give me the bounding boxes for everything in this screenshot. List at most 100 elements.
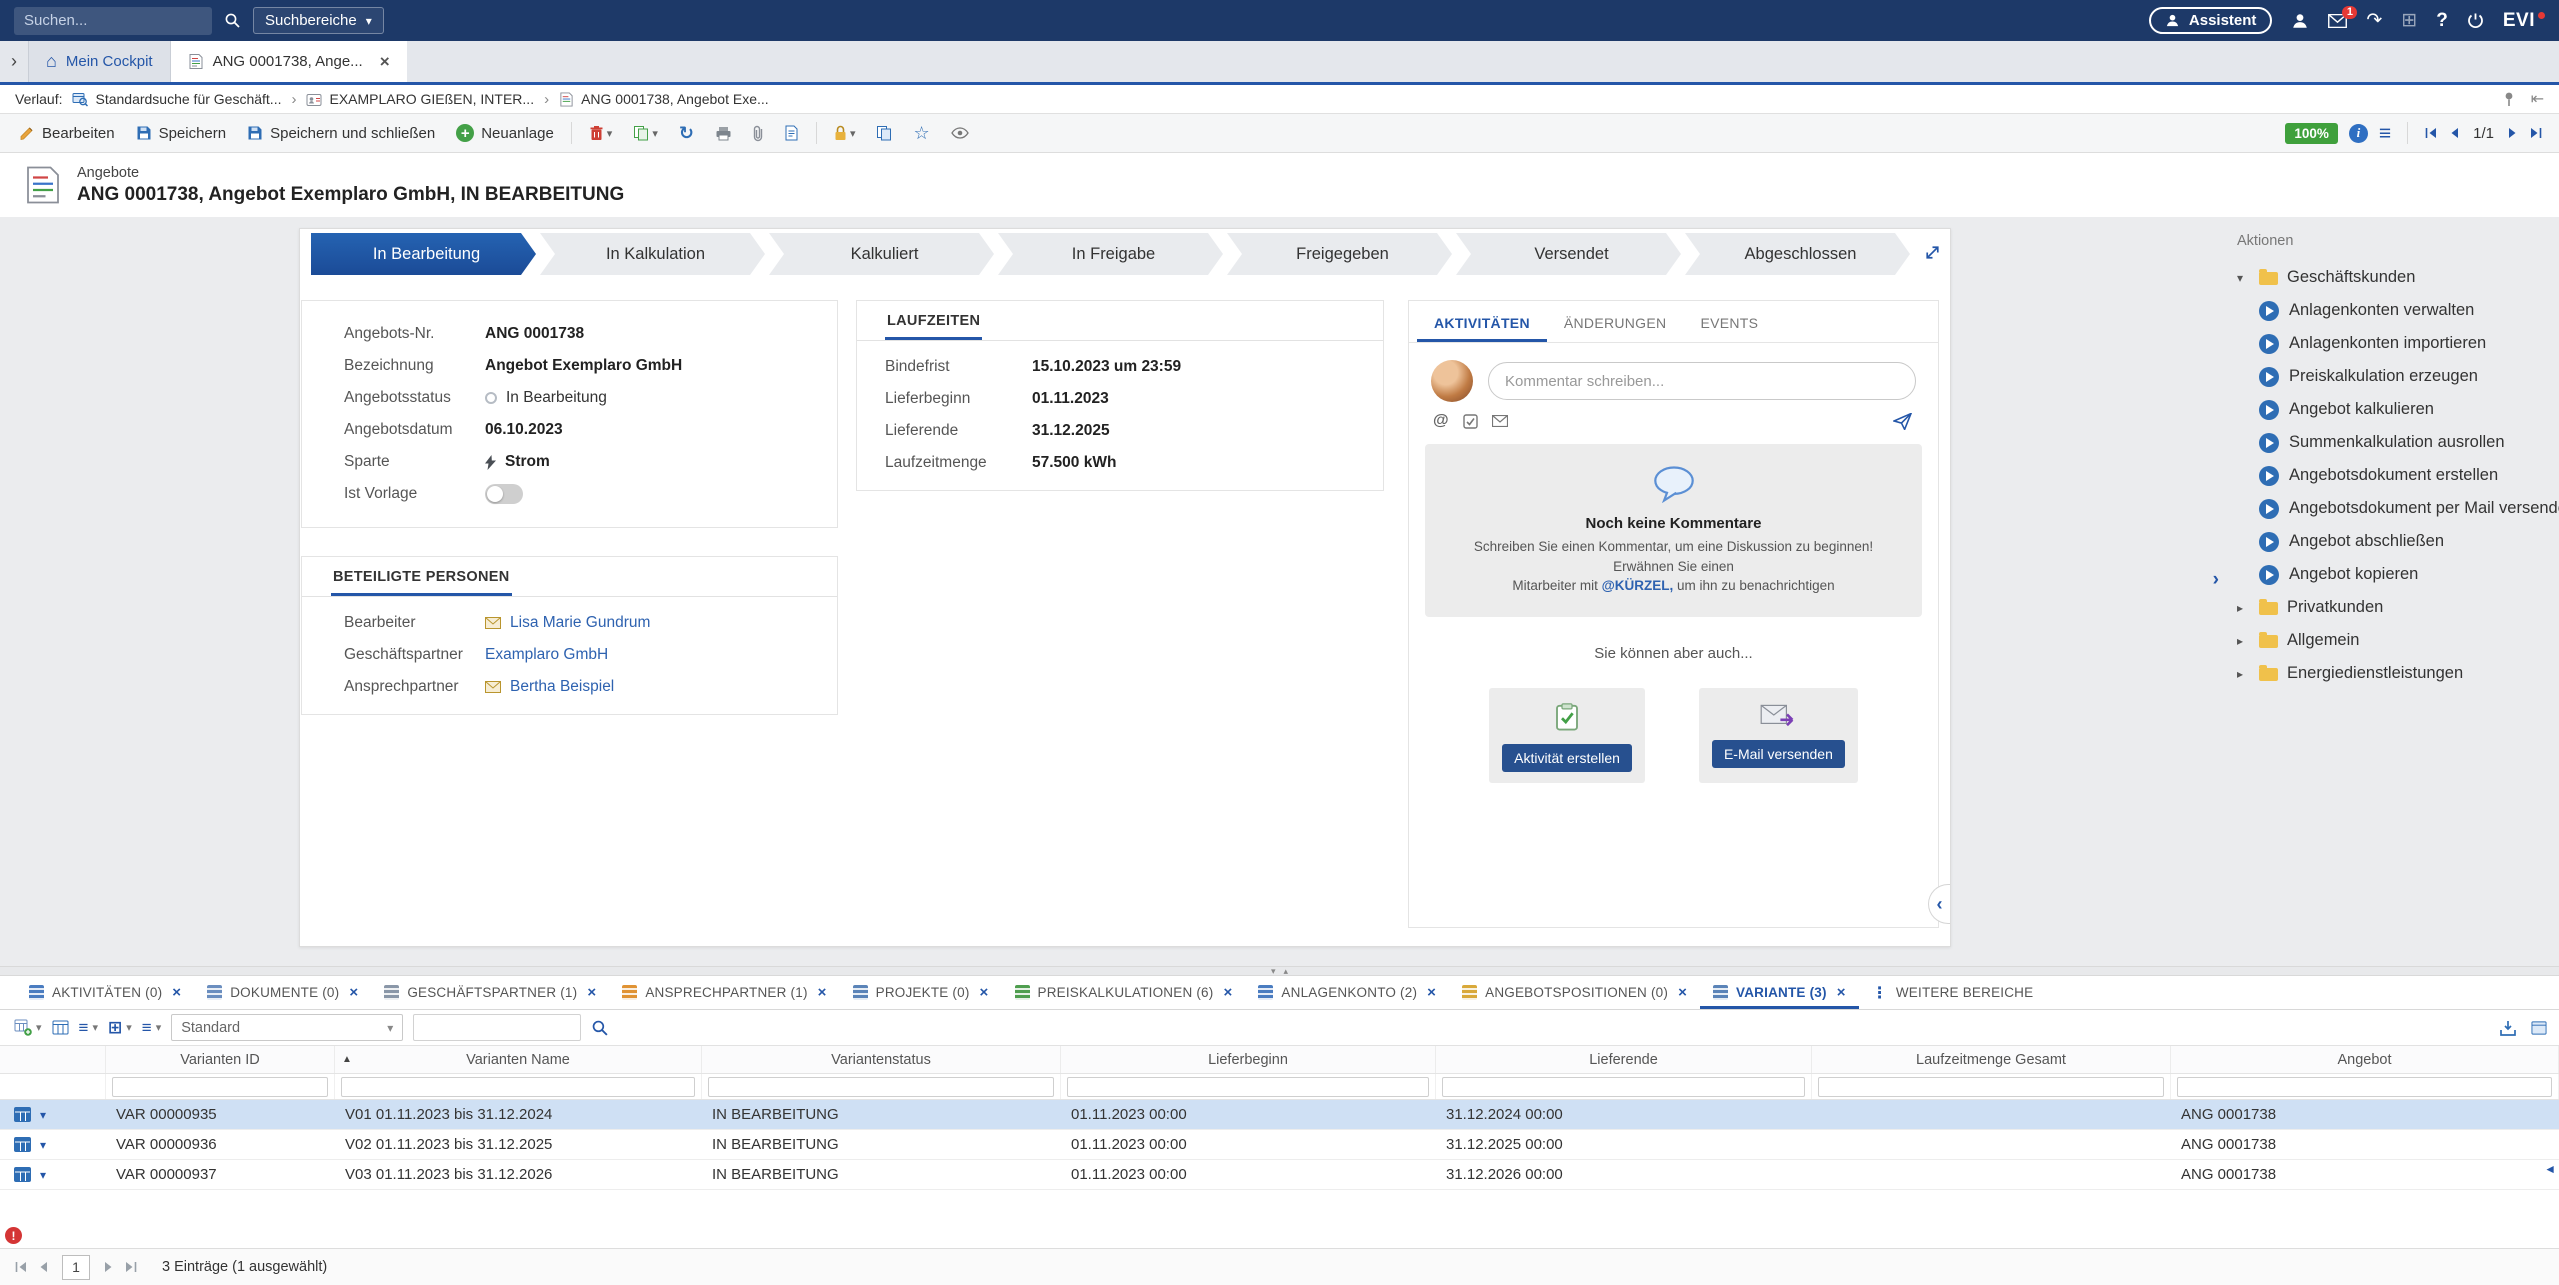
row-menu-icon[interactable] [14,1107,31,1122]
column-header[interactable]: Lieferende [1436,1046,1812,1073]
tab-events[interactable]: EVENTS [1683,301,1775,342]
comment-input[interactable] [1488,362,1916,400]
mention-link[interactable]: @KÜRZEL, [1602,578,1674,593]
action-item[interactable]: Angebot kopieren [2237,558,2551,591]
close-icon[interactable]: × [380,52,390,72]
info-icon[interactable]: i [2349,124,2368,143]
close-icon[interactable]: × [818,984,827,1001]
chevron-down-icon[interactable]: ▾ [126,1021,132,1034]
preview-button[interactable] [942,122,978,144]
action-item[interactable]: Anlagenkonten verwalten [2237,294,2551,327]
related-tab-ansprechpartner[interactable]: ANSPRECHPARTNER (1)× [609,976,839,1009]
close-icon[interactable]: × [980,984,989,1001]
partner-link[interactable]: Examplaro GmbH [485,646,608,664]
close-icon[interactable]: × [1837,984,1846,1001]
panel-expand-icon[interactable]: › [0,41,28,82]
send-email-button[interactable]: E-Mail versenden [1712,740,1845,768]
row-menu-icon[interactable] [14,1137,31,1152]
collapse-actions-icon[interactable]: › [2213,569,2219,591]
related-tab-angebotspositionen[interactable]: ANGEBOTSPOSITIONEN (0)× [1449,976,1700,1009]
related-tab-anlagenkonto[interactable]: ANLAGENKONTO (2)× [1245,976,1449,1009]
related-tab-aktivitaeten[interactable]: AKTIVITÄTEN (0)× [16,976,194,1009]
column-filter-input[interactable] [1067,1077,1429,1097]
refresh-button[interactable]: ↻ [670,119,703,147]
row-caret-icon[interactable]: ▾ [40,1138,46,1152]
row-menu-icon[interactable] [14,1167,31,1182]
actions-group-allgemein[interactable]: ▸ Allgemein [2237,624,2551,657]
attachment-button[interactable] [744,120,772,147]
splitter-up-icon[interactable]: ▴ [1284,966,1289,977]
copy-button[interactable]: ▾ [624,120,667,146]
close-icon[interactable]: × [349,984,358,1001]
close-icon[interactable]: × [1223,984,1232,1001]
grid-search-icon[interactable] [591,1019,609,1037]
related-tab-preiskalkulationen[interactable]: PREISKALKULATIONEN (6)× [1002,976,1246,1009]
print-button[interactable] [706,121,741,146]
close-icon[interactable]: × [587,984,596,1001]
mail-icon[interactable] [1492,415,1508,427]
tab-mein-cockpit[interactable]: ⌂ Mein Cockpit [28,41,171,82]
next-page-icon[interactable] [104,1261,114,1273]
next-page-icon[interactable] [2508,127,2518,139]
mention-icon[interactable]: @ [1433,412,1449,430]
jump-to-start-icon[interactable]: ⇤ [2531,89,2544,109]
vorlage-toggle[interactable] [485,484,523,504]
lock-button[interactable]: ▾ [825,120,865,146]
chevron-down-icon[interactable]: ▾ [92,1021,98,1034]
view-select[interactable]: Standard ▾ [171,1014,403,1041]
send-icon[interactable] [1893,413,1912,430]
grid-settings-icon[interactable] [2531,1020,2547,1036]
row-caret-icon[interactable]: ▾ [40,1108,46,1122]
new-record-button[interactable]: + Neuanlage [447,119,563,147]
row-caret-icon[interactable]: ▾ [40,1168,46,1182]
messages-icon[interactable]: 1 [2328,14,2347,28]
column-filter-input[interactable] [112,1077,328,1097]
column-chooser-icon[interactable]: ⊞ [108,1019,122,1036]
share-icon[interactable]: ↷ [2366,11,2382,30]
column-header[interactable]: Angebot [2171,1046,2559,1073]
current-page-box[interactable]: 1 [62,1255,90,1280]
table-icon[interactable] [52,1020,69,1035]
save-button[interactable]: Speichern [127,120,236,147]
export-icon[interactable] [2499,1019,2517,1037]
table-row[interactable]: ▾ VAR 00000935 V01 01.11.2023 bis 31.12.… [0,1100,2559,1130]
logout-icon[interactable] [2467,12,2484,29]
breadcrumb-item-partner[interactable]: EXAMPLARO GIEßEN, INTER... [306,91,534,107]
table-row[interactable]: ▾ VAR 00000936 V02 01.11.2023 bis 31.12.… [0,1130,2559,1160]
column-filter-input[interactable] [1442,1077,1805,1097]
edit-button[interactable]: Bearbeiten [10,120,124,147]
global-search-input[interactable] [14,7,212,35]
column-filter-input[interactable] [2177,1077,2552,1097]
search-icon[interactable] [224,12,241,29]
column-header[interactable]: Laufzeitmenge Gesamt [1812,1046,2171,1073]
close-icon[interactable]: × [1678,984,1687,1001]
action-item[interactable]: Anlagenkonten importieren [2237,327,2551,360]
prev-page-icon[interactable] [38,1261,48,1273]
column-header[interactable]: ▲Varianten Name [335,1046,702,1073]
menu-icon[interactable]: ≡ [79,1019,89,1036]
column-header[interactable]: Varianten ID [106,1046,335,1073]
last-page-icon[interactable] [124,1261,138,1273]
panel-splitter[interactable]: ▾ ▴ [0,966,2559,976]
zoom-badge[interactable]: 100% [2285,123,2338,144]
save-close-button[interactable]: Speichern und schließen [238,120,444,147]
person-link[interactable]: Lisa Marie Gundrum [485,614,650,632]
actions-group-privatkunden[interactable]: ▸ Privatkunden [2237,591,2551,624]
assistant-button[interactable]: Assistent [2149,7,2273,34]
scroll-left-icon[interactable]: ◄ [2544,1162,2556,1176]
action-item[interactable]: Angebot kalkulieren [2237,393,2551,426]
column-filter-input[interactable] [1818,1077,2164,1097]
action-item[interactable]: Angebotsdokument erstellen [2237,459,2551,492]
delete-button[interactable]: ▾ [580,120,622,146]
splitter-down-icon[interactable]: ▾ [1271,966,1276,977]
last-page-icon[interactable] [2529,127,2543,139]
task-checkbox-icon[interactable] [1463,414,1478,429]
tab-active-document[interactable]: ANG 0001738, Ange... × [171,41,407,82]
pin-icon[interactable] [2502,91,2516,107]
column-filter-input[interactable] [341,1077,695,1097]
related-tab-dokumente[interactable]: DOKUMENTE (0)× [194,976,371,1009]
user-icon[interactable] [2291,12,2309,30]
related-tab-geschaeftspartner[interactable]: GESCHÄFTSPARTNER (1)× [371,976,609,1009]
action-item[interactable]: Preiskalkulation erzeugen [2237,360,2551,393]
error-indicator-icon[interactable]: ! [5,1227,22,1244]
